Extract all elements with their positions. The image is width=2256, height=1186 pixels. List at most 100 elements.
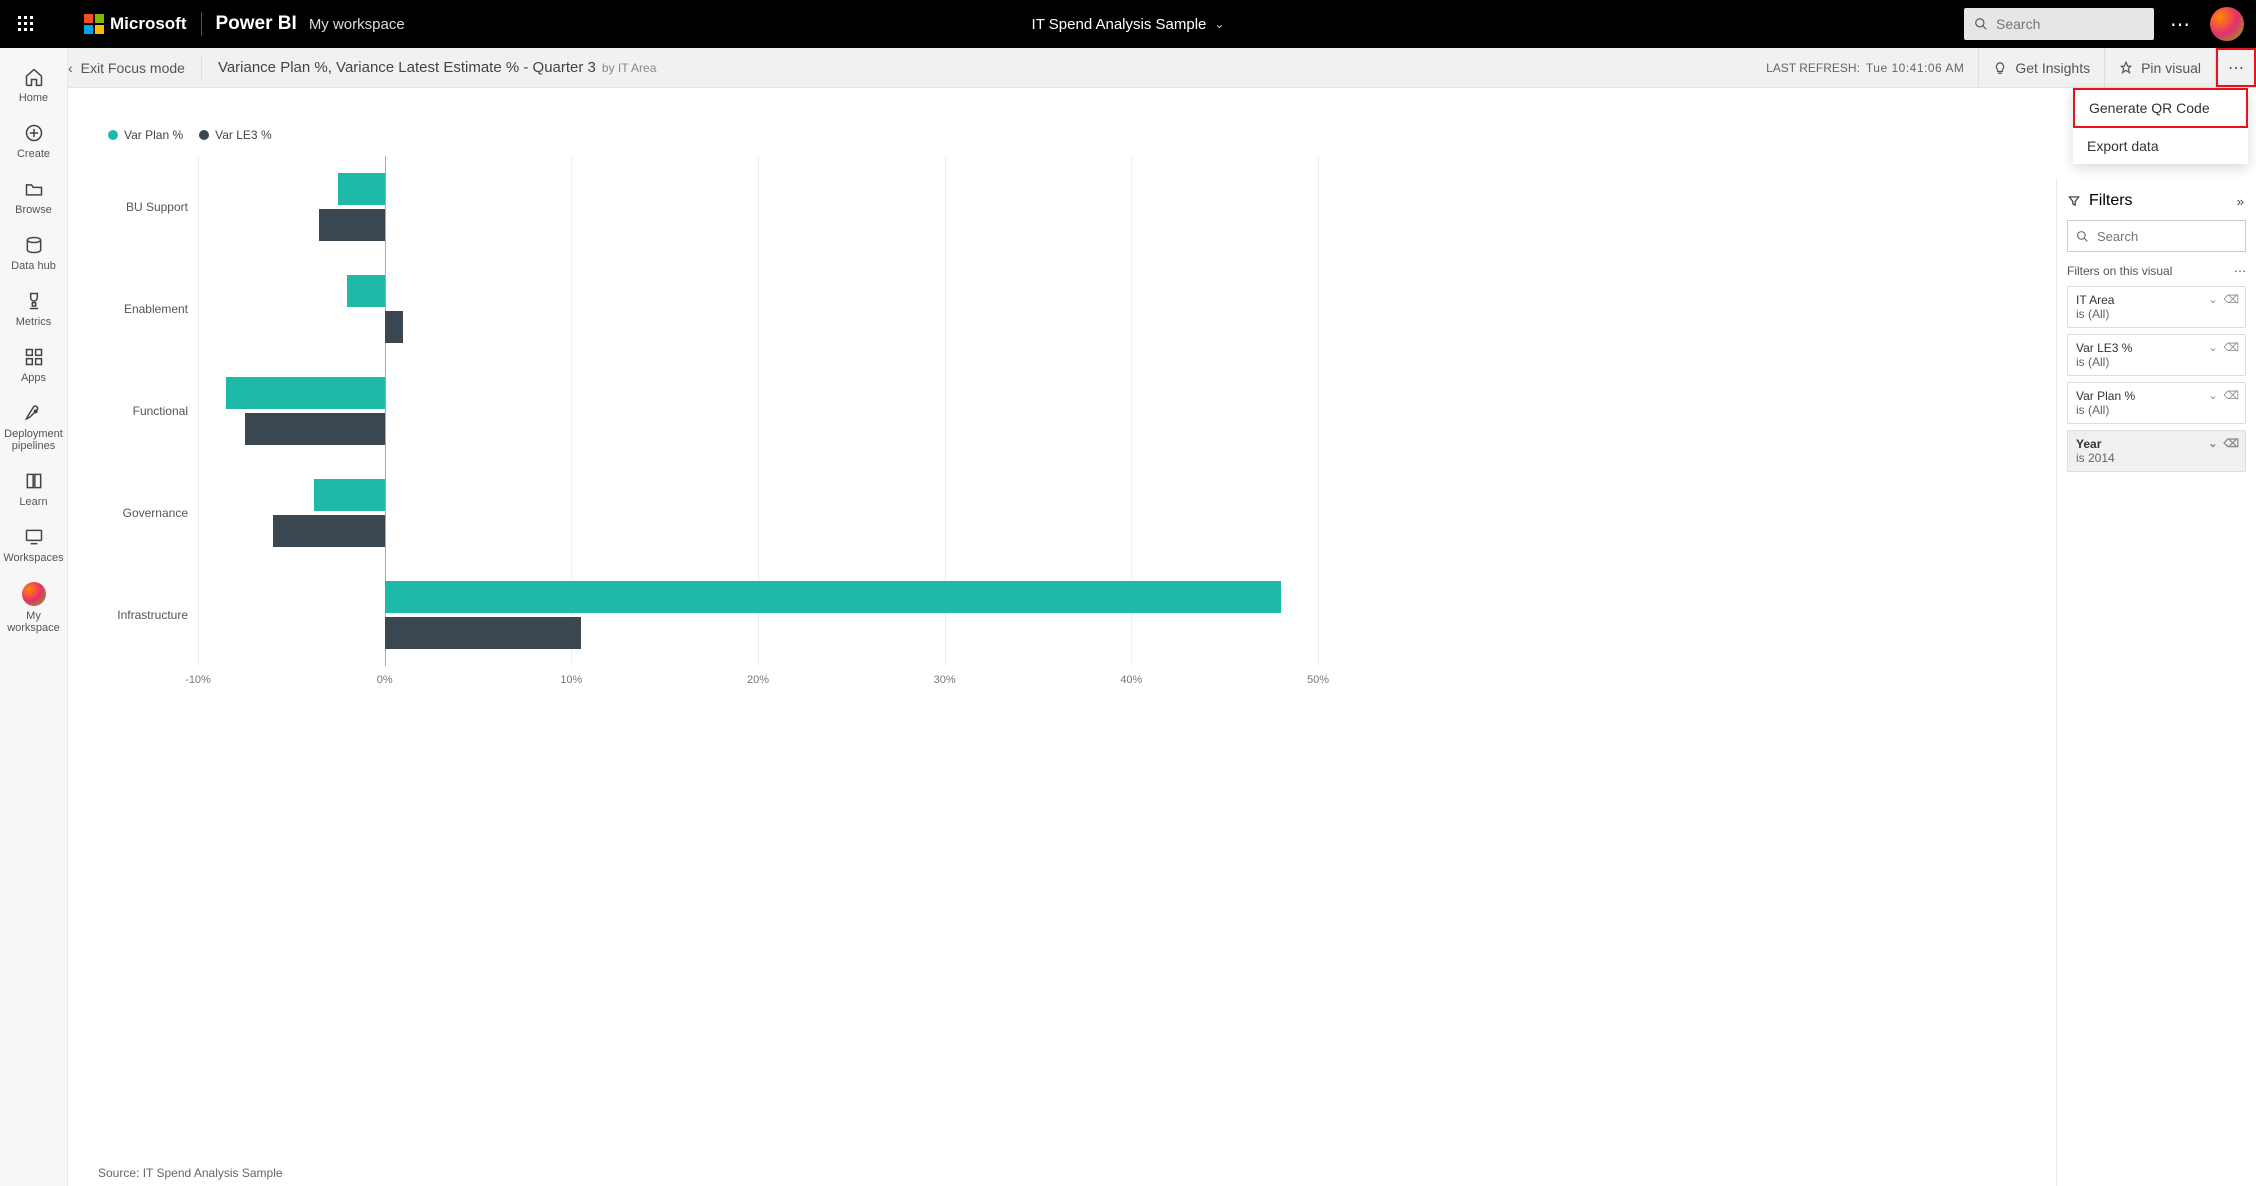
- filters-title: Filters: [2089, 192, 2133, 210]
- nav-browse[interactable]: Browse: [0, 170, 67, 224]
- nav-create-label: Create: [17, 148, 50, 160]
- nav-workspaces[interactable]: Workspaces: [0, 518, 67, 572]
- generate-qr-code-item[interactable]: Generate QR Code: [2073, 88, 2248, 128]
- pin-visual-button[interactable]: Pin visual: [2105, 48, 2216, 87]
- nav-workspaces-label: Workspaces: [3, 552, 63, 564]
- workspace-breadcrumb[interactable]: My workspace: [309, 16, 405, 33]
- trophy-icon: [23, 290, 45, 312]
- chart-bar[interactable]: [226, 377, 385, 409]
- microsoft-logo-icon: [84, 14, 104, 34]
- filters-search-input[interactable]: [2097, 229, 2237, 244]
- last-refresh-label: LAST REFRESH:: [1766, 61, 1860, 75]
- filters-search[interactable]: [2067, 220, 2246, 252]
- filter-card-value: is (All): [2076, 403, 2237, 417]
- more-options-menu: Generate QR Code Export data: [2073, 88, 2248, 164]
- chart-bar[interactable]: [385, 311, 404, 343]
- filters-section-label: Filters on this visual: [2067, 264, 2172, 278]
- ellipsis-icon[interactable]: ⋯: [2234, 264, 2246, 278]
- y-axis-category: Governance: [98, 506, 188, 520]
- folder-icon: [23, 178, 45, 200]
- user-avatar[interactable]: [2210, 7, 2244, 41]
- left-nav-rail: Home Create Browse Data hub Metrics Apps…: [0, 48, 68, 1186]
- legend-item-var-plan[interactable]: Var Plan %: [108, 128, 183, 142]
- chart-legend: Var Plan % Var LE3 %: [108, 128, 2026, 142]
- chart-bar[interactable]: [338, 173, 385, 205]
- y-axis-category: Infrastructure: [98, 608, 188, 622]
- collapse-filters-icon[interactable]: »: [2237, 194, 2244, 209]
- filter-card-value: is (All): [2076, 355, 2237, 369]
- exit-focus-button[interactable]: ‹ Exit Focus mode: [68, 60, 185, 76]
- clear-filter-icon[interactable]: ⌫: [2223, 389, 2239, 402]
- search-icon: [1974, 17, 1988, 31]
- search-icon: [2076, 230, 2089, 243]
- chevron-down-icon[interactable]: ⌄: [2208, 389, 2217, 402]
- filter-card[interactable]: Var LE3 % is (All) ⌄⌫: [2067, 334, 2246, 376]
- nav-learn-label: Learn: [19, 496, 47, 508]
- legend-item-var-le3[interactable]: Var LE3 %: [199, 128, 271, 142]
- clear-filter-icon[interactable]: ⌫: [2223, 341, 2239, 354]
- nav-home-label: Home: [19, 92, 48, 104]
- rocket-icon: [23, 402, 45, 424]
- filter-card-value: is (All): [2076, 307, 2237, 321]
- filters-panel: Filters » Filters on this visual ⋯ IT Ar…: [2056, 178, 2256, 1186]
- chart-bar[interactable]: [385, 581, 1281, 613]
- global-search[interactable]: [1964, 8, 2154, 40]
- x-axis-tick: 40%: [1120, 674, 1142, 686]
- chart-bar[interactable]: [385, 617, 581, 649]
- nav-create[interactable]: Create: [0, 114, 67, 168]
- nav-home[interactable]: Home: [0, 58, 67, 112]
- chart-bar[interactable]: [273, 515, 385, 547]
- clear-filter-icon[interactable]: ⌫: [2223, 437, 2239, 450]
- nav-my-workspace[interactable]: My workspace: [0, 574, 67, 642]
- chevron-down-icon[interactable]: ⌄: [2208, 293, 2217, 306]
- chart-bar[interactable]: [319, 209, 384, 241]
- monitor-icon: [23, 526, 45, 548]
- nav-apps[interactable]: Apps: [0, 338, 67, 392]
- x-axis-tick: 20%: [747, 674, 769, 686]
- app-launcher-icon[interactable]: [8, 6, 44, 42]
- nav-browse-label: Browse: [15, 204, 52, 216]
- clear-filter-icon[interactable]: ⌫: [2223, 293, 2239, 306]
- filter-card[interactable]: Year is 2014 ⌄⌫: [2067, 430, 2246, 472]
- nav-metrics-label: Metrics: [16, 316, 51, 328]
- nav-learn[interactable]: Learn: [0, 462, 67, 516]
- apps-icon: [23, 346, 45, 368]
- nav-apps-label: Apps: [21, 372, 46, 384]
- visual-more-options-button[interactable]: ⋯: [2216, 48, 2256, 87]
- nav-deployment-pipelines[interactable]: Deployment pipelines: [0, 394, 67, 460]
- product-label: Power BI: [216, 13, 297, 35]
- legend-label-2: Var LE3 %: [215, 128, 271, 142]
- get-insights-button[interactable]: Get Insights: [1979, 48, 2105, 87]
- chevron-down-icon[interactable]: ⌄: [2208, 341, 2217, 354]
- x-axis-tick: -10%: [185, 674, 211, 686]
- filter-card-value: is 2014: [2076, 451, 2237, 465]
- database-icon: [23, 234, 45, 256]
- filter-card[interactable]: IT Area is (All) ⌄⌫: [2067, 286, 2246, 328]
- chart-bar[interactable]: [347, 275, 384, 307]
- chevron-down-icon[interactable]: ⌄: [2208, 437, 2217, 450]
- export-data-item[interactable]: Export data: [2073, 128, 2248, 164]
- x-axis-tick: 50%: [1307, 674, 1329, 686]
- x-axis-tick: 30%: [934, 674, 956, 686]
- nav-metrics[interactable]: Metrics: [0, 282, 67, 336]
- global-search-input[interactable]: [1996, 16, 2144, 32]
- filter-card[interactable]: Var Plan % is (All) ⌄⌫: [2067, 382, 2246, 424]
- legend-label-1: Var Plan %: [124, 128, 183, 142]
- legend-swatch-teal: [108, 130, 118, 140]
- y-axis-category: Functional: [98, 404, 188, 418]
- home-icon: [23, 66, 45, 88]
- source-note: Source: IT Spend Analysis Sample: [98, 1166, 283, 1180]
- chart-plot-area[interactable]: -10%0%10%20%30%40%50%BU SupportEnablemen…: [198, 156, 1318, 666]
- report-title[interactable]: IT Spend Analysis Sample: [1032, 16, 1207, 33]
- header-more-icon[interactable]: ⋯: [2164, 12, 2196, 37]
- filter-icon: [2067, 194, 2081, 208]
- chevron-down-icon[interactable]: ⌄: [1214, 17, 1224, 31]
- nav-my-workspace-label: My workspace: [0, 610, 67, 634]
- nav-data-hub[interactable]: Data hub: [0, 226, 67, 280]
- x-axis-tick: 10%: [560, 674, 582, 686]
- plus-circle-icon: [23, 122, 45, 144]
- chart-bar[interactable]: [245, 413, 385, 445]
- chart-canvas: Var Plan % Var LE3 % -10%0%10%20%30%40%5…: [68, 88, 2056, 1186]
- visual-title: Variance Plan %, Variance Latest Estimat…: [218, 59, 596, 76]
- chart-bar[interactable]: [314, 479, 385, 511]
